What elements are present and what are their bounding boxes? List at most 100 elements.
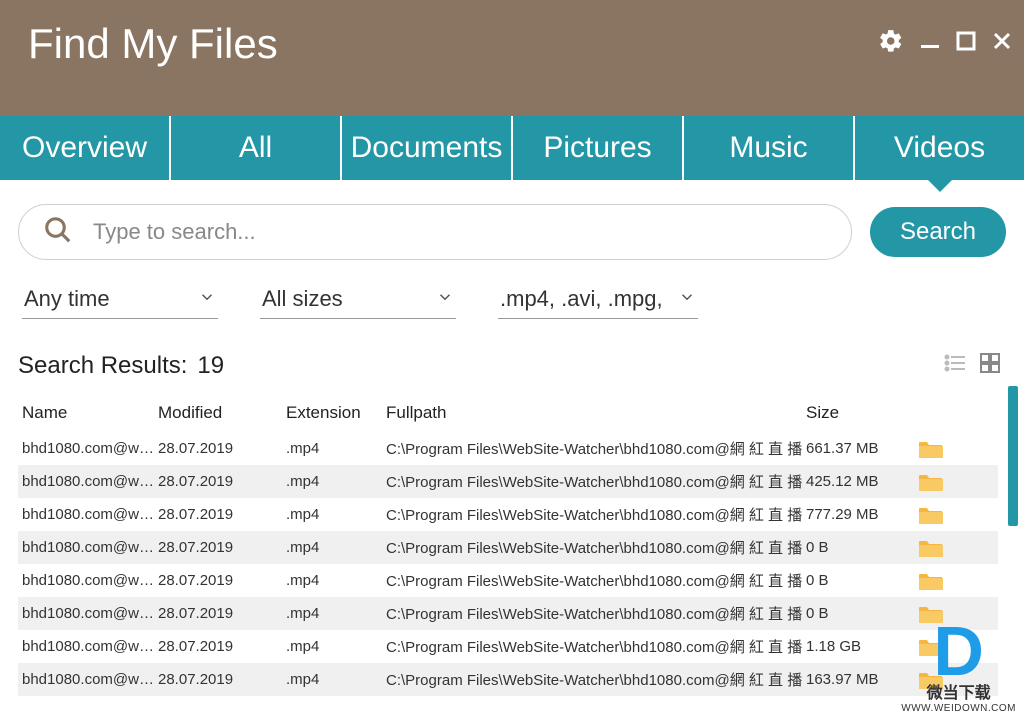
cell-size: 0 B	[806, 539, 906, 556]
results-header: Search Results: 19	[0, 333, 1024, 394]
cell-fullpath: C:\Program Files\WebSite-Watcher\bhd1080…	[386, 603, 806, 624]
table-row[interactable]: bhd1080.com@wh2...28.07.2019.mp4C:\Progr…	[18, 498, 998, 531]
cell-fullpath: C:\Program Files\WebSite-Watcher\bhd1080…	[386, 669, 806, 690]
cell-fullpath: C:\Program Files\WebSite-Watcher\bhd1080…	[386, 537, 806, 558]
col-header-size[interactable]: Size	[806, 403, 906, 423]
cell-modified: 28.07.2019	[158, 440, 286, 457]
list-view-icon[interactable]	[944, 351, 968, 380]
folder-icon	[918, 439, 944, 459]
chevron-down-icon	[678, 288, 696, 311]
folder-icon	[918, 670, 944, 690]
cell-extension: .mp4	[286, 671, 386, 688]
table-row[interactable]: bhd1080.com@wh2...28.07.2019.mp4C:\Progr…	[18, 564, 998, 597]
table-row[interactable]: bhd1080.com@wh2...28.07.2019.mp4C:\Progr…	[18, 531, 998, 564]
cell-fullpath: C:\Program Files\WebSite-Watcher\bhd1080…	[386, 471, 806, 492]
tab-documents[interactable]: Documents	[342, 116, 513, 180]
cell-size: 0 B	[806, 572, 906, 589]
tab-all[interactable]: All	[171, 116, 342, 180]
cell-fullpath: C:\Program Files\WebSite-Watcher\bhd1080…	[386, 570, 806, 591]
results-count: 19	[197, 352, 224, 380]
tab-videos[interactable]: Videos	[855, 116, 1024, 180]
window-controls	[878, 28, 1012, 54]
open-folder-button[interactable]	[906, 571, 956, 591]
cell-modified: 28.07.2019	[158, 506, 286, 523]
folder-icon	[918, 637, 944, 657]
cell-name: bhd1080.com@wh2...	[18, 473, 158, 490]
folder-icon	[918, 505, 944, 525]
folder-icon	[918, 538, 944, 558]
chevron-down-icon	[198, 288, 216, 311]
cell-name: bhd1080.com@wh2...	[18, 440, 158, 457]
open-folder-button[interactable]	[906, 604, 956, 624]
cell-extension: .mp4	[286, 440, 386, 457]
cell-name: bhd1080.com@wh2...	[18, 638, 158, 655]
scrollbar-thumb[interactable]	[1008, 386, 1018, 526]
table-row[interactable]: bhd1080.com@wh2...28.07.2019.mp4C:\Progr…	[18, 432, 998, 465]
cell-extension: .mp4	[286, 638, 386, 655]
filter-extension[interactable]: .mp4, .avi, .mpg, .…	[498, 280, 698, 319]
filters-row: Any time All sizes .mp4, .avi, .mpg, .…	[0, 280, 1024, 333]
settings-icon[interactable]	[878, 28, 904, 54]
results-label: Search Results:	[18, 352, 187, 380]
cell-modified: 28.07.2019	[158, 638, 286, 655]
cell-size: 425.12 MB	[806, 473, 906, 490]
cell-modified: 28.07.2019	[158, 572, 286, 589]
cell-extension: .mp4	[286, 572, 386, 589]
tab-overview[interactable]: Overview	[0, 116, 171, 180]
titlebar: Find My Files	[0, 0, 1024, 116]
view-toggle	[944, 351, 1002, 380]
cell-size: 777.29 MB	[806, 506, 906, 523]
scrollbar[interactable]	[1008, 386, 1018, 696]
search-button[interactable]: Search	[870, 207, 1006, 257]
open-folder-button[interactable]	[906, 505, 956, 525]
table-header: Name Modified Extension Fullpath Size	[18, 394, 998, 432]
filter-size[interactable]: All sizes	[260, 280, 456, 319]
cell-fullpath: C:\Program Files\WebSite-Watcher\bhd1080…	[386, 636, 806, 657]
table-row[interactable]: bhd1080.com@wh2...28.07.2019.mp4C:\Progr…	[18, 465, 998, 498]
col-header-modified[interactable]: Modified	[158, 403, 286, 423]
open-folder-button[interactable]	[906, 439, 956, 459]
minimize-icon[interactable]	[920, 31, 940, 51]
grid-view-icon[interactable]	[978, 351, 1002, 380]
open-folder-button[interactable]	[906, 472, 956, 492]
search-icon	[43, 215, 73, 250]
table-row[interactable]: bhd1080.com@wh2...28.07.2019.mp4C:\Progr…	[18, 630, 998, 663]
search-box[interactable]	[18, 204, 852, 260]
cell-name: bhd1080.com@wh2...	[18, 539, 158, 556]
cell-size: 0 B	[806, 605, 906, 622]
open-folder-button[interactable]	[906, 637, 956, 657]
col-header-name[interactable]: Name	[18, 403, 158, 423]
col-header-fullpath[interactable]: Fullpath	[386, 403, 806, 423]
cell-fullpath: C:\Program Files\WebSite-Watcher\bhd1080…	[386, 504, 806, 525]
cell-modified: 28.07.2019	[158, 539, 286, 556]
cell-name: bhd1080.com@whz...	[18, 671, 158, 688]
cell-fullpath: C:\Program Files\WebSite-Watcher\bhd1080…	[386, 438, 806, 459]
cell-size: 661.37 MB	[806, 440, 906, 457]
table-row[interactable]: bhd1080.com@wh2...28.07.2019.mp4C:\Progr…	[18, 597, 998, 630]
open-folder-button[interactable]	[906, 538, 956, 558]
tabbar: Overview All Documents Pictures Music Vi…	[0, 116, 1024, 180]
cell-name: bhd1080.com@wh2...	[18, 506, 158, 523]
cell-size: 1.18 GB	[806, 638, 906, 655]
col-header-extension[interactable]: Extension	[286, 403, 386, 423]
cell-extension: .mp4	[286, 473, 386, 490]
chevron-down-icon	[436, 288, 454, 311]
tab-pictures[interactable]: Pictures	[513, 116, 684, 180]
open-folder-button[interactable]	[906, 670, 956, 690]
cell-extension: .mp4	[286, 539, 386, 556]
cell-size: 163.97 MB	[806, 671, 906, 688]
maximize-icon[interactable]	[956, 31, 976, 51]
results-table: Name Modified Extension Fullpath Size bh…	[18, 394, 1024, 696]
folder-icon	[918, 604, 944, 624]
folder-icon	[918, 571, 944, 591]
close-icon[interactable]	[992, 31, 1012, 51]
cell-modified: 28.07.2019	[158, 473, 286, 490]
folder-icon	[918, 472, 944, 492]
tab-music[interactable]: Music	[684, 116, 855, 180]
cell-modified: 28.07.2019	[158, 605, 286, 622]
filter-time[interactable]: Any time	[22, 280, 218, 319]
search-input[interactable]	[93, 219, 827, 245]
cell-name: bhd1080.com@wh2...	[18, 572, 158, 589]
cell-name: bhd1080.com@wh2...	[18, 605, 158, 622]
table-row[interactable]: bhd1080.com@whz...28.07.2019.mp4C:\Progr…	[18, 663, 998, 696]
